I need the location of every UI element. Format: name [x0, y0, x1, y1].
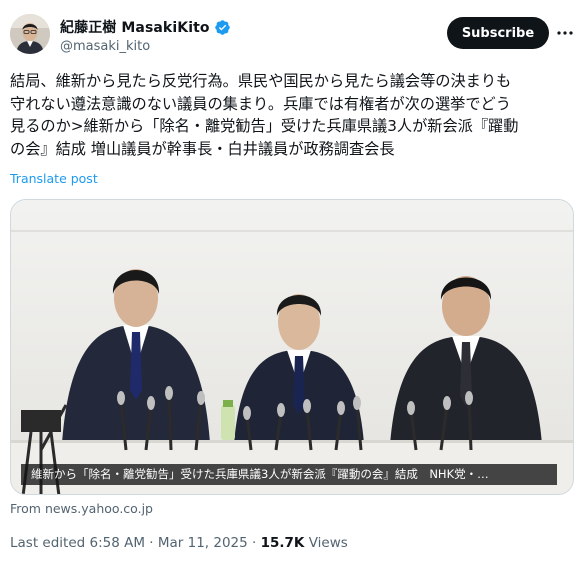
- post-text-line: 見るのか>維新から「除名・離党勧告」受けた兵庫県議3人が新会派『躍動: [10, 117, 519, 136]
- post-text-line: の会』結成 増山議員が幹事長・白井議員が政務調査会長: [10, 139, 395, 158]
- link-source[interactable]: From news.yahoo.co.jp: [10, 501, 153, 516]
- avatar[interactable]: [10, 14, 50, 54]
- post-text-line: 守れない遵法意識のない議員の集まり。兵庫では有権者が次の選挙でどう: [10, 94, 511, 113]
- more-horizontal-icon: [557, 31, 573, 35]
- more-options-button[interactable]: [556, 21, 574, 45]
- views-label: Views: [304, 535, 348, 551]
- edited-timestamp[interactable]: Last edited 6:58 AM · Mar 11, 2025 ·: [10, 535, 261, 551]
- post-meta: Last edited 6:58 AM · Mar 11, 2025 · 15.…: [10, 535, 348, 551]
- author-info: 紀藤正樹 MasakiKito @masaki_kito: [60, 18, 231, 54]
- water-bottle: [221, 405, 235, 440]
- verified-badge-icon[interactable]: [214, 19, 231, 36]
- post-text-line: 結局、維新から見たら反党行為。県民や国民から見たら議会等の決まりも: [10, 72, 512, 90]
- press-conference-photo: [11, 200, 573, 494]
- subscribe-button[interactable]: Subscribe: [447, 17, 549, 49]
- views-count: 15.7K: [260, 535, 305, 551]
- avatar-image: [10, 14, 50, 54]
- link-card-image[interactable]: 維新から「除名・離党勧告」受けた兵庫県議3人が新会派『躍動の会』結成 NHK党・…: [10, 199, 574, 495]
- post-text: 結局、維新から見たら反党行為。県民や国民から見たら議会等の決まりも 守れない遵法…: [10, 70, 576, 160]
- link-card-caption: 維新から「除名・離党勧告」受けた兵庫県議3人が新会派『躍動の会』結成 NHK党・…: [21, 464, 557, 485]
- display-name[interactable]: 紀藤正樹 MasakiKito: [60, 17, 210, 37]
- handle[interactable]: @masaki_kito: [60, 39, 231, 54]
- post-header: 紀藤正樹 MasakiKito @masaki_kito Subscribe: [10, 12, 574, 62]
- translate-post-link[interactable]: Translate post: [10, 171, 98, 186]
